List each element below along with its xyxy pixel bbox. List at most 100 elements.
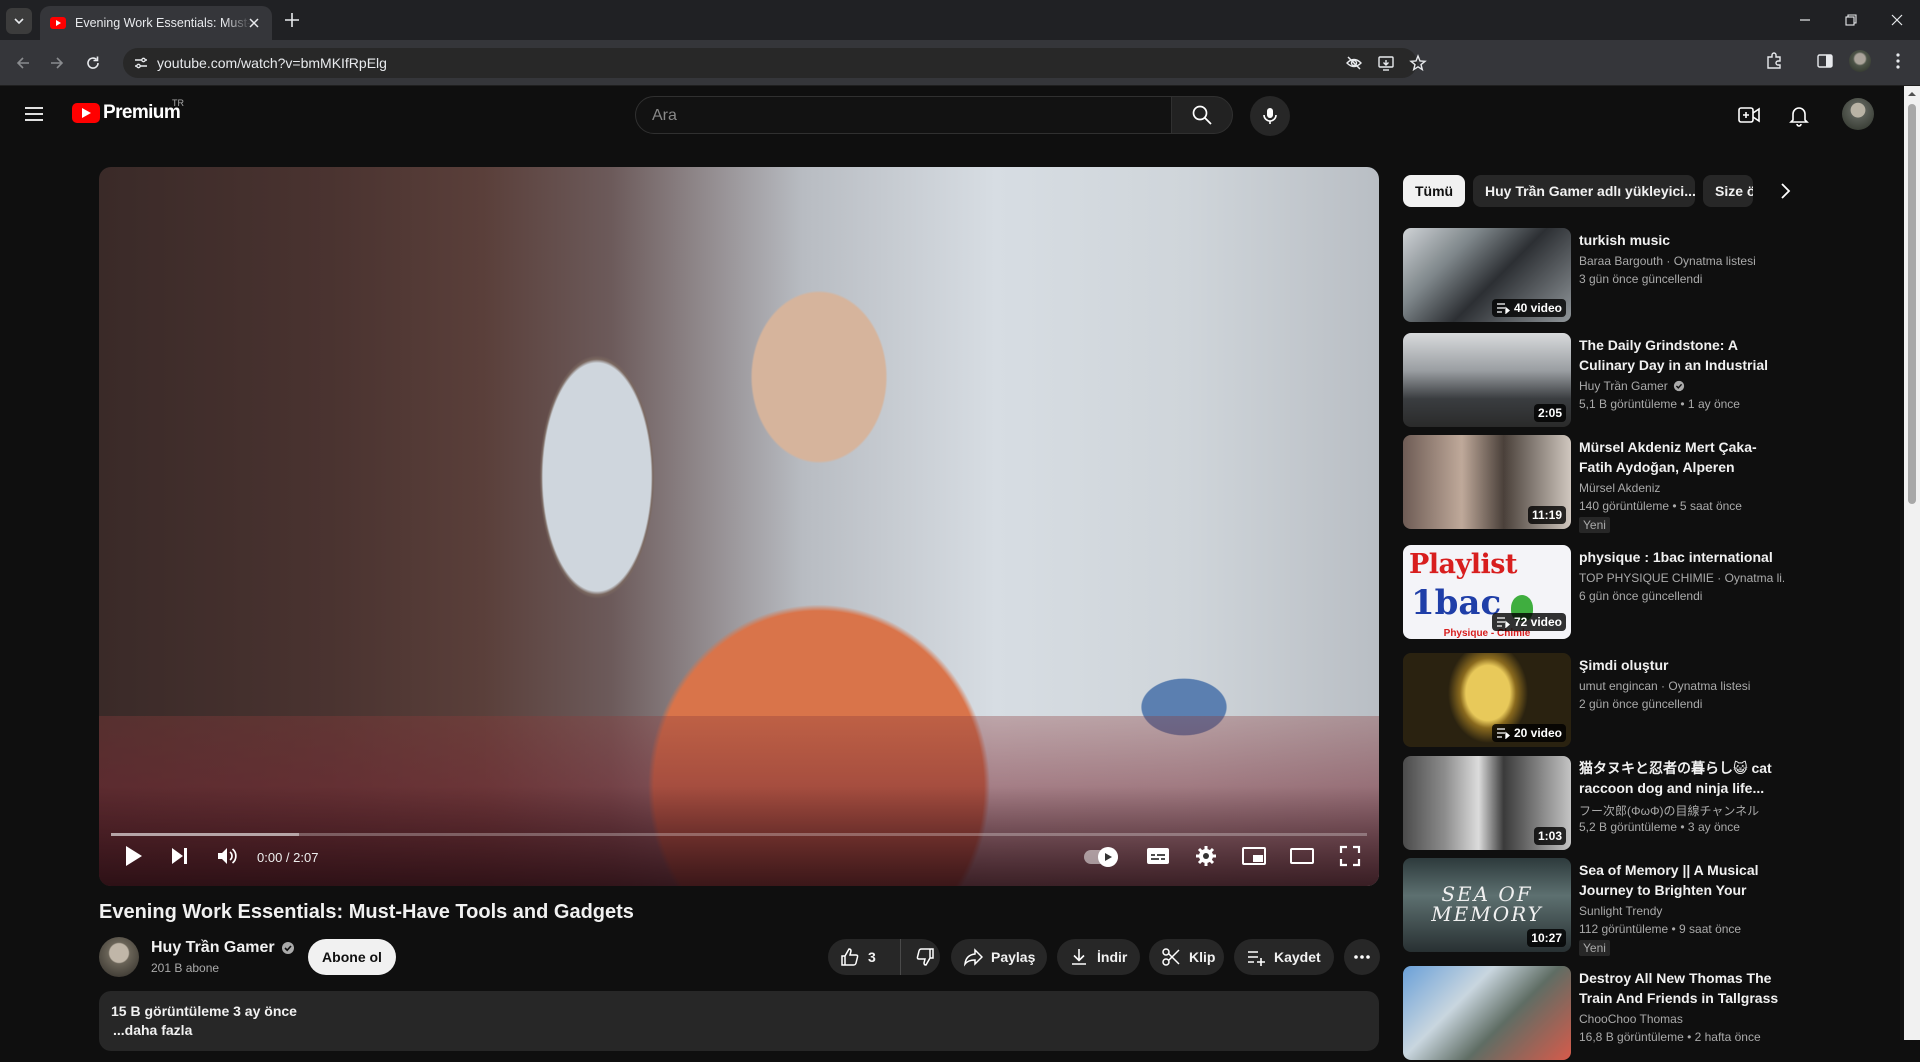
scrollbar-thumb[interactable] (1908, 104, 1916, 504)
side-panel-icon[interactable] (1815, 51, 1835, 71)
search-box[interactable] (635, 96, 1172, 135)
recommendation-item[interactable]: 1:03 猫タヌキと忍者の暮らし😺 cat raccoon dog and ni… (1403, 756, 1783, 852)
recommendation-channel: Baraa Bargouth · Oynatma listesi (1579, 254, 1756, 268)
miniplayer-button[interactable] (1234, 836, 1274, 876)
video-player[interactable]: 0:00 / 2:07 (99, 167, 1379, 886)
dislike-button[interactable] (901, 947, 935, 967)
youtube-header: Premium TR (0, 86, 1904, 142)
restore-button[interactable] (1836, 8, 1866, 32)
next-button[interactable] (160, 836, 200, 876)
browser-tab-active[interactable]: Evening Work Essentials: Must-Have Tools… (40, 6, 272, 40)
chip-from-uploader[interactable]: Huy Trần Gamer adlı yükleyici... (1473, 175, 1695, 207)
duration-badge: 11:19 (1527, 506, 1566, 524)
clip-label: Klip (1189, 949, 1216, 965)
recommendation-item[interactable]: 2:05 The Daily Grindstone: A Culinary Da… (1403, 333, 1783, 429)
play-button[interactable] (113, 836, 153, 876)
recommendation-title[interactable]: The Daily Grindstone: A Culinary Day in … (1579, 335, 1779, 375)
theater-mode-button[interactable] (1282, 836, 1322, 876)
voice-search-button[interactable] (1250, 96, 1290, 136)
account-avatar[interactable] (1842, 98, 1874, 130)
scroll-up-arrow-icon[interactable] (1908, 90, 1916, 98)
download-button[interactable]: İndir (1057, 939, 1140, 975)
recommendation-item[interactable]: 20 video Şimdi oluştur umut engincan · O… (1403, 653, 1783, 749)
save-button[interactable]: Kaydet (1234, 939, 1334, 975)
thumbnail[interactable]: 40 video (1403, 228, 1571, 322)
thumbnail[interactable]: SEA OF MEMORY 10:27 (1403, 858, 1571, 952)
arrow-left-icon (16, 57, 29, 69)
minimize-button[interactable] (1790, 8, 1820, 32)
reload-button[interactable] (80, 50, 106, 76)
hamburger-menu-icon[interactable] (22, 102, 46, 126)
chip-for-you[interactable]: Size ö (1703, 175, 1753, 207)
bookmark-star-icon[interactable] (1409, 54, 1427, 72)
profile-avatar[interactable] (1849, 50, 1871, 72)
subscribe-button[interactable]: Abone ol (308, 939, 396, 975)
extensions-puzzle-icon[interactable] (1764, 51, 1784, 71)
fullscreen-icon (1339, 845, 1361, 867)
forward-button[interactable] (44, 50, 70, 76)
thumbnail[interactable]: 20 video (1403, 653, 1571, 747)
channel-name-link[interactable]: Huy Trần Gamer (151, 939, 295, 957)
more-actions-button[interactable] (1344, 939, 1380, 975)
search-button[interactable] (1171, 96, 1233, 134)
recommendation-item[interactable]: SEA OF MEMORY 10:27 Sea of Memory || A M… (1403, 858, 1783, 956)
new-badge: Yeni (1579, 517, 1610, 533)
save-label: Kaydet (1274, 949, 1321, 965)
share-button[interactable]: Paylaş (951, 939, 1047, 975)
recommendation-item[interactable]: Playlist 1bac Physique - Chimie 72 video… (1403, 545, 1784, 641)
recommendation-item[interactable]: Destroy All New Thomas The Train And Fri… (1403, 966, 1783, 1062)
recommendation-title[interactable]: Destroy All New Thomas The Train And Fri… (1579, 968, 1779, 1008)
chevron-right-icon[interactable] (1773, 179, 1797, 203)
like-dislike-group: 3 (828, 939, 940, 975)
mute-button[interactable] (207, 836, 247, 876)
thumbnail[interactable]: 2:05 (1403, 333, 1571, 427)
page-scrollbar[interactable] (1904, 86, 1920, 1040)
recommendation-channel: Mürsel Akdeniz (1579, 481, 1661, 495)
more-vert-icon[interactable] (1888, 51, 1908, 71)
new-tab-icon[interactable] (281, 9, 303, 31)
recommendation-title[interactable]: turkish music (1579, 230, 1779, 250)
close-tab-icon[interactable] (246, 15, 262, 31)
recommendation-title[interactable]: Sea of Memory || A Musical Journey to Br… (1579, 860, 1779, 900)
recommendation-title[interactable]: 猫タヌキと忍者の暮らし😺 cat raccoon dog and ninja l… (1579, 758, 1779, 798)
tab-search-button[interactable] (6, 8, 32, 34)
install-app-icon[interactable] (1377, 54, 1395, 72)
recommendation-title[interactable]: physique : 1bac international (1579, 547, 1779, 567)
recommendation-title[interactable]: Mürsel Akdeniz Mert Çaka- Fatih Aydoğan,… (1579, 437, 1779, 477)
recommendation-meta: 5,1 B görüntüleme • 1 ay önce (1579, 397, 1740, 411)
thumbnail[interactable]: 1:03 (1403, 756, 1571, 850)
show-more-link[interactable]: ...daha fazla (113, 1022, 192, 1038)
description-box[interactable]: 15 B görüntüleme 3 ay önce ...daha fazla (99, 991, 1379, 1051)
fullscreen-button[interactable] (1330, 836, 1370, 876)
eye-off-icon[interactable] (1345, 54, 1363, 72)
subtitles-icon (1147, 848, 1169, 864)
recommendation-item[interactable]: 40 video turkish music Baraa Bargouth · … (1403, 228, 1783, 324)
subtitles-button[interactable] (1138, 836, 1178, 876)
recommendation-title[interactable]: Şimdi oluştur (1579, 655, 1779, 675)
search-input[interactable] (650, 97, 1154, 135)
autoplay-toggle[interactable] (1084, 847, 1118, 867)
clip-button[interactable]: Klip (1149, 939, 1224, 975)
logo-country-code: TR (172, 98, 184, 108)
settings-button[interactable] (1186, 836, 1226, 876)
youtube-logo[interactable]: Premium TR (72, 98, 184, 124)
recommendation-meta: 16,8 B görüntüleme • 2 hafta önce (1579, 1030, 1761, 1044)
channel-avatar[interactable] (99, 937, 139, 977)
thumbnail[interactable] (1403, 966, 1571, 1060)
thumbnail[interactable]: Playlist 1bac Physique - Chimie 72 video (1403, 545, 1571, 639)
chip-all[interactable]: Tümü (1403, 175, 1466, 207)
recommendation-meta: 3 gün önce güncellendi (1579, 272, 1703, 286)
recommendation-item[interactable]: 11:19 Mürsel Akdeniz Mert Çaka- Fatih Ay… (1403, 435, 1783, 533)
duration-badge: 10:27 (1527, 929, 1566, 947)
view-stats: 15 B görüntüleme 3 ay önce (111, 1003, 297, 1019)
close-icon (1891, 14, 1903, 26)
create-video-icon[interactable] (1737, 103, 1761, 127)
like-button[interactable]: 3 (828, 939, 901, 975)
back-button[interactable] (10, 50, 36, 76)
thumbnail[interactable]: 11:19 (1403, 435, 1571, 529)
close-window-button[interactable] (1882, 8, 1912, 32)
bell-icon[interactable] (1787, 103, 1811, 127)
site-settings-icon[interactable] (133, 55, 149, 71)
address-bar[interactable]: youtube.com/watch?v=bmMKIfRpElg (123, 48, 1427, 78)
progress-bar[interactable] (111, 833, 1367, 836)
